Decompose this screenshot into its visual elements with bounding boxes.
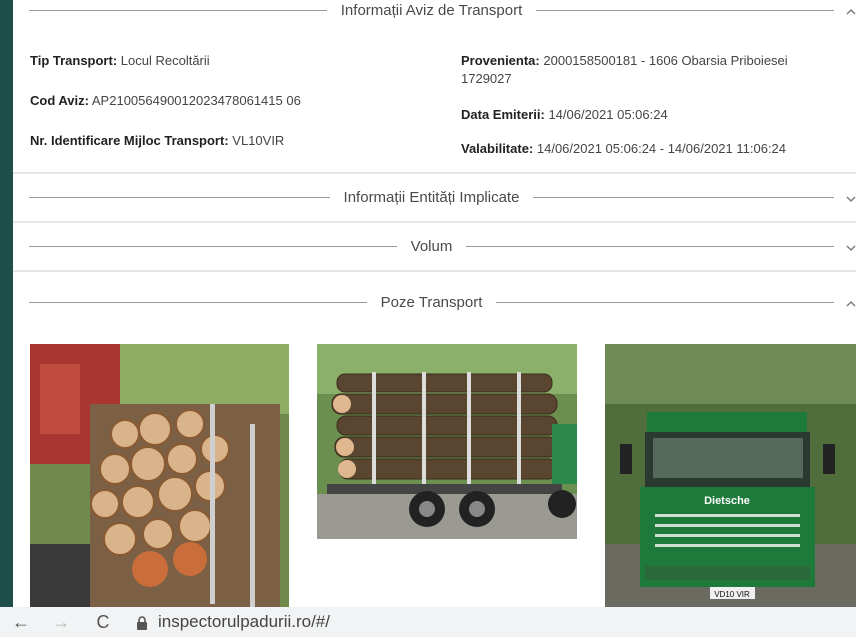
field-value: AP210056490012023478061415 06: [91, 93, 301, 108]
field-label: Cod Aviz:: [30, 93, 89, 108]
chevron-up-icon[interactable]: [834, 294, 856, 310]
divider-line: [496, 301, 834, 303]
field-provenienta: Provenienta: 2000158500181 - 1606 Obarsi…: [461, 52, 841, 88]
left-sidebar-edge: [0, 0, 13, 637]
transport-photo-3[interactable]: Dietsche VD10 VIR: [605, 344, 856, 607]
divider-line: [29, 245, 397, 247]
truck-brand-text: Dietsche: [704, 495, 750, 507]
section-header-poze[interactable]: Poze Transport: [13, 278, 856, 326]
field-value: 14/06/2021 05:06:24: [548, 107, 668, 122]
section-header-aviz[interactable]: Informații Aviz de Transport: [13, 0, 856, 34]
field-value: 2000158500181 - 1606 Obarsia Priboiesei: [543, 53, 788, 68]
field-label: Provenienta:: [461, 53, 540, 68]
chevron-down-icon[interactable]: [834, 238, 856, 254]
chevron-up-icon[interactable]: [834, 2, 856, 18]
divider-line: [29, 301, 367, 303]
section-title-volum: Volum: [410, 237, 453, 255]
section-header-entitati[interactable]: Informații Entități Implicate: [13, 173, 856, 221]
url-text: inspectorulpadurii.ro/#/: [158, 612, 330, 631]
field-value-line2: 1729027: [461, 71, 512, 86]
transport-photo-1[interactable]: [30, 344, 289, 607]
reload-icon[interactable]: C: [88, 612, 118, 633]
field-label: Nr. Identificare Mijloc Transport:: [30, 133, 229, 148]
divider-line: [533, 196, 834, 198]
back-arrow-icon[interactable]: ←: [6, 612, 36, 633]
field-value: 14/06/2021 05:06:24 - 14/06/2021 11:06:2…: [536, 141, 787, 156]
panel-separator: [13, 270, 856, 272]
field-value: Locul Recoltării: [120, 53, 210, 68]
field-tip-transport: Tip Transport: Locul Recoltării: [30, 52, 210, 70]
forward-arrow-icon[interactable]: →: [46, 612, 76, 633]
field-valabilitate: Valabilitate: 14/06/2021 05:06:24 - 14/0…: [461, 140, 786, 158]
divider-line: [536, 9, 835, 11]
divider-line: [29, 9, 327, 11]
field-data-emiterii: Data Emiterii: 14/06/2021 05:06:24: [461, 106, 668, 124]
chevron-down-icon[interactable]: [834, 189, 856, 205]
section-title-poze: Poze Transport: [380, 293, 483, 311]
field-label: Valabilitate:: [461, 141, 534, 156]
field-label: Data Emiterii:: [461, 107, 545, 122]
field-cod-aviz: Cod Aviz: AP210056490012023478061415 06: [30, 92, 301, 110]
address-bar[interactable]: inspectorulpadurii.ro/#/: [136, 612, 330, 632]
transport-photo-2[interactable]: [317, 344, 577, 539]
truck-plate-text: VD10 VIR: [714, 590, 750, 599]
field-label: Tip Transport:: [30, 53, 118, 68]
field-nr-identificare: Nr. Identificare Mijloc Transport: VL10V…: [30, 132, 284, 150]
section-header-volum[interactable]: Volum: [13, 222, 856, 270]
lock-icon: [136, 615, 148, 630]
section-title-entitati: Informații Entități Implicate: [343, 188, 520, 206]
browser-bottom-bar: ← → C inspectorulpadurii.ro/#/: [0, 607, 856, 637]
section-title-aviz: Informații Aviz de Transport: [340, 1, 523, 19]
divider-line: [466, 245, 835, 247]
divider-line: [29, 196, 330, 198]
field-value: VL10VIR: [232, 133, 285, 148]
